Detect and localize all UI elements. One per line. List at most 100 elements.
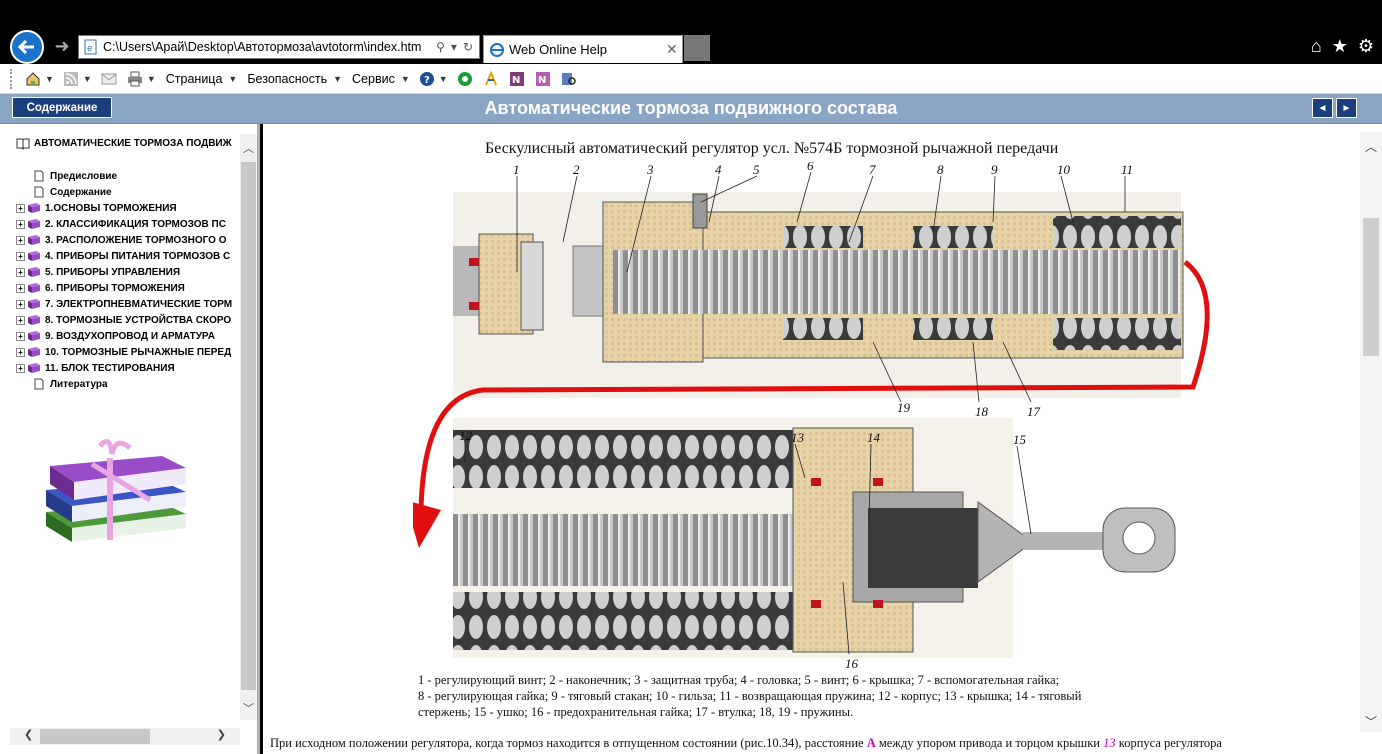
label-10: 10 [1057, 162, 1071, 177]
toc-item-label: Предисловие [50, 170, 118, 182]
expand-plus-icon[interactable]: + [16, 299, 25, 309]
open-book-icon [16, 138, 30, 150]
prev-page-button[interactable]: ◄ [1312, 98, 1333, 118]
toc-chapter-item[interactable]: +9. ВОЗДУХОПРОВОД И АРМАТУРА [16, 328, 240, 344]
label-11: 11 [1121, 162, 1133, 177]
label-3: 3 [646, 162, 654, 177]
expand-plus-icon[interactable]: + [16, 363, 25, 373]
chevron-down-icon[interactable]: ▼ [439, 74, 448, 84]
back-button[interactable] [10, 30, 44, 64]
toc-chapter-item[interactable]: +11. БЛОК ТЕСТИРОВАНИЯ [16, 360, 240, 376]
toc-chapter-item[interactable]: +10. ТОРМОЗНЫЕ РЫЧАЖНЫЕ ПЕРЕД [16, 344, 240, 360]
rss-feed-icon[interactable] [62, 70, 80, 88]
search-icon[interactable]: ⚲ [436, 40, 445, 54]
page-title: Автоматические тормоза подвижного состав… [484, 98, 898, 118]
content-scrollbar[interactable]: ︿ ﹀ [1360, 132, 1382, 732]
toc-chapter-item[interactable]: +8. ТОРМОЗНЫЕ УСТРОЙСТВА СКОРО [16, 312, 240, 328]
help-icon[interactable]: ? [418, 70, 436, 88]
onenote-icon[interactable]: N [508, 70, 526, 88]
label-19: 19 [897, 400, 911, 415]
expand-plus-icon[interactable]: + [16, 235, 25, 245]
caption-line-2: 8 - регулирующая гайка; 9 - тяговый стак… [418, 689, 1082, 703]
dropdown-icon[interactable]: ▾ [451, 40, 457, 54]
expand-plus-icon[interactable]: + [16, 315, 25, 325]
expand-plus-icon[interactable]: + [16, 331, 25, 341]
toc-chapter-item[interactable]: +1.ОСНОВЫ ТОРМОЖЕНИЯ [16, 200, 240, 216]
label-4: 4 [715, 162, 722, 177]
toc-hscroll-thumb[interactable] [40, 729, 150, 744]
label-15: 15 [1013, 432, 1027, 447]
toc-scrollbar-horizontal[interactable]: ❮ ❯ [10, 728, 240, 745]
chevron-down-icon[interactable]: ﹀ [240, 700, 257, 716]
mail-icon[interactable] [100, 70, 118, 88]
chevron-left-icon[interactable]: ❮ [24, 728, 33, 741]
menu-service[interactable]: Сервис ▼ [352, 72, 410, 86]
chevron-up-icon[interactable]: ︿ [240, 140, 257, 156]
book-icon [28, 363, 40, 373]
expand-plus-icon[interactable]: + [16, 267, 25, 277]
menu-page[interactable]: Страница ▼ [166, 72, 238, 86]
toolbar-grip [10, 68, 16, 89]
chevron-down-icon[interactable]: ▼ [147, 74, 156, 84]
book-icon [28, 267, 40, 277]
toc-pane: АВТОМАТИЧЕСКИЕ ТОРМОЗА ПОДВИЖ Предислови… [0, 124, 260, 754]
content-scroll-thumb[interactable] [1363, 218, 1379, 356]
toc-doc-item[interactable]: Содержание [16, 184, 240, 200]
toc-chapter-item[interactable]: +5. ПРИБОРЫ УПРАВЛЕНИЯ [16, 264, 240, 280]
chevron-up-icon[interactable]: ︿ [1360, 138, 1382, 155]
para-start: При исходном положении регулятора, когда… [270, 736, 867, 750]
home-icon[interactable] [24, 70, 42, 88]
toc-doc-item[interactable]: Предисловие [16, 168, 240, 184]
chevron-right-icon[interactable]: ❯ [217, 728, 226, 741]
refresh-icon[interactable]: ↻ [463, 40, 473, 54]
label-1: 1 [513, 162, 520, 177]
toc-chapter-item[interactable]: +3. РАСПОЛОЖЕНИЕ ТОРМОЗНОГО О [16, 232, 240, 248]
research-icon[interactable] [560, 70, 578, 88]
para-end: корпуса регулятора [1115, 736, 1222, 750]
expand-plus-icon[interactable]: + [16, 283, 25, 293]
toc-item-label: 8. ТОРМОЗНЫЕ УСТРОЙСТВА СКОРО [45, 314, 232, 326]
chevron-down-icon[interactable]: ▼ [83, 74, 92, 84]
label-2: 2 [573, 162, 580, 177]
favorites-star-icon[interactable]: ★ [1332, 36, 1348, 57]
expand-plus-icon[interactable]: + [16, 203, 25, 213]
chevron-down-icon[interactable]: ▼ [45, 74, 54, 84]
para-num: 13 [1103, 736, 1116, 750]
toc-item-label: 1.ОСНОВЫ ТОРМОЖЕНИЯ [45, 202, 177, 214]
toc-chapter-item[interactable]: +4. ПРИБОРЫ ПИТАНИЯ ТОРМОЗОВ С [16, 248, 240, 264]
tab-web-online-help[interactable]: Web Online Help ✕ [483, 35, 683, 63]
label-17: 17 [1027, 404, 1041, 419]
toc-chapter-item[interactable]: +6. ПРИБОРЫ ТОРМОЖЕНИЯ [16, 280, 240, 296]
toc-chapter-item[interactable]: +2. КЛАССИФИКАЦИЯ ТОРМОЗОВ ПС [16, 216, 240, 232]
expand-plus-icon[interactable]: + [16, 251, 25, 261]
onenote-send-icon[interactable]: N [534, 70, 552, 88]
address-bar[interactable]: e C:\Users\Арай\Desktop\Автотормоза\avto… [78, 35, 480, 59]
chevron-down-icon: ▼ [333, 73, 343, 84]
expand-plus-icon[interactable]: + [16, 347, 25, 357]
gear-icon[interactable]: ⚙ [1358, 36, 1374, 57]
toc-scrollbar-vertical[interactable]: ︿ ﹀ [240, 134, 257, 720]
new-tab-button[interactable] [684, 35, 710, 61]
home-icon[interactable]: ⌂ [1311, 36, 1322, 57]
toc-doc-item[interactable]: Литература [16, 376, 240, 392]
contents-button[interactable]: Содержание [12, 97, 112, 118]
next-page-button[interactable]: ► [1336, 98, 1357, 118]
close-icon[interactable]: ✕ [666, 41, 682, 58]
label-16: 16 [845, 656, 859, 668]
toc-chapter-item[interactable]: +7. ЭЛЕКТРОПНЕВМАТИЧЕСКИЕ ТОРМ [16, 296, 240, 312]
chevron-down-icon[interactable]: ﹀ [1360, 713, 1382, 730]
skype-icon[interactable] [456, 70, 474, 88]
translate-icon[interactable] [482, 70, 500, 88]
print-icon[interactable] [126, 70, 144, 88]
menu-safety[interactable]: Безопасность ▼ [247, 72, 342, 86]
book-icon [28, 299, 40, 309]
svg-text:N: N [512, 75, 520, 86]
expand-plus-icon[interactable]: + [16, 219, 25, 229]
books-stack-image [46, 439, 186, 542]
ie-icon [490, 42, 504, 57]
toc-item-label: 5. ПРИБОРЫ УПРАВЛЕНИЯ [45, 266, 181, 278]
forward-button[interactable]: ➜ [52, 36, 72, 56]
svg-text:e: e [87, 44, 93, 54]
toc-root-item[interactable]: АВТОМАТИЧЕСКИЕ ТОРМОЗА ПОДВИЖ [16, 136, 240, 150]
toc-scroll-thumb[interactable] [241, 162, 256, 690]
